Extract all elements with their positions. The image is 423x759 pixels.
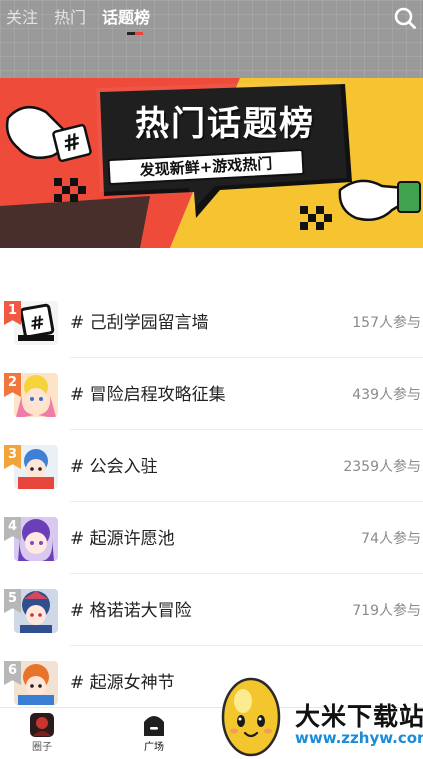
topic-ranking-banner[interactable]: # 热门话题榜 发现新鲜+游戏热门 (0, 78, 423, 248)
active-tab-indicator (127, 32, 143, 35)
topic-participant-count: 157人参与 (352, 315, 421, 331)
watermark-url: www.zzhyw.com (295, 729, 423, 747)
rank-badge: 4 (4, 517, 21, 541)
rank-badge: 3 (4, 445, 21, 469)
topic-name: # 己刮学园留言墙 (70, 313, 209, 333)
rank-badge: 1 (4, 301, 21, 325)
tab-hot[interactable]: 热门 (54, 6, 86, 30)
search-icon[interactable] (393, 6, 417, 30)
topic-name: # 冒险启程攻略征集 (70, 385, 226, 405)
plaza-icon (144, 716, 164, 736)
tab-follow[interactable]: 关注 (6, 6, 38, 30)
nav-item-circle[interactable]: 圈子 (12, 712, 72, 758)
rank-badge: 5 (4, 589, 21, 613)
topic-participant-count: 2359人参与 (343, 459, 421, 475)
topic-row-4[interactable]: 4 # 起源许愿池 74人参与 (0, 502, 423, 574)
topic-name: # 起源女神节 (70, 673, 175, 693)
rank-badge: 2 (4, 373, 21, 397)
topic-participant-count: 439人参与 (352, 387, 421, 403)
topic-row-3[interactable]: 3 # 公会入驻 2359人参与 (0, 430, 423, 502)
topic-name: # 格诺诺大冒险 (70, 601, 192, 621)
banner-title: 热门话题榜 (135, 104, 315, 144)
topic-name: # 起源许愿池 (70, 529, 175, 549)
topic-row-1[interactable]: 1 # # 己刮学园留言墙 157人参与 (0, 286, 423, 358)
watermark-title: 大米下载站 (295, 702, 423, 731)
tab-topic-ranking[interactable]: 话题榜 (102, 6, 150, 30)
topic-participant-count: 719人参与 (352, 603, 421, 619)
nav-item-plaza[interactable]: 广场 (124, 712, 184, 758)
egg-mascot-logo (221, 677, 281, 757)
nav-label: 广场 (144, 742, 164, 753)
circle-avatar-icon (30, 713, 54, 737)
nav-label: 圈子 (32, 742, 52, 753)
topic-row-5[interactable]: 5 # 格诺诺大冒险 719人参与 (0, 574, 423, 646)
topic-row-2[interactable]: 2 # 冒险启程攻略征集 439人参与 (0, 358, 423, 430)
topic-hero-header: 关注 热门 话题榜 # 热门话题榜 发现新鲜+游戏热门 (0, 0, 423, 248)
topic-participant-count: 74人参与 (361, 531, 421, 547)
site-watermark: 大米下载站 www.zzhyw.com (215, 667, 423, 759)
top-tab-bar: 关注 热门 话题榜 (6, 6, 150, 30)
topic-name: # 公会入驻 (70, 457, 158, 477)
rank-badge: 6 (4, 661, 21, 685)
